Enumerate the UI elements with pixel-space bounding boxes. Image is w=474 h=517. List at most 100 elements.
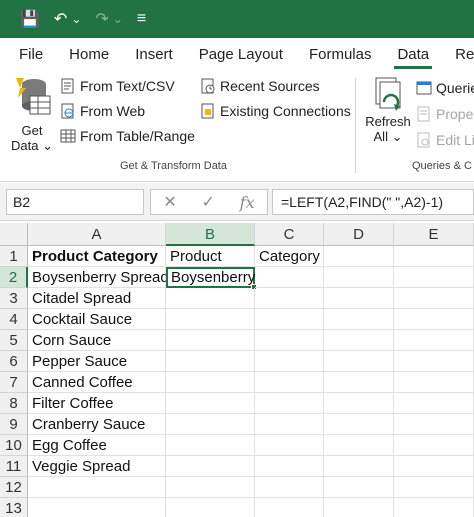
tab-revi[interactable]: Revi (442, 38, 474, 72)
enter-icon[interactable]: ✓ (202, 192, 215, 212)
row-header-8[interactable]: 8 (0, 393, 28, 414)
cell-a10[interactable]: Egg Coffee (28, 435, 166, 456)
cell-b7[interactable] (166, 372, 255, 393)
column-header-a[interactable]: A (28, 223, 166, 246)
cell-c2[interactable] (255, 267, 324, 288)
row-header-7[interactable]: 7 (0, 372, 28, 393)
cell-c6[interactable] (255, 351, 324, 372)
cell-c1[interactable]: Category (255, 246, 324, 267)
row-header-4[interactable]: 4 (0, 309, 28, 330)
properties-button[interactable]: Proper (416, 106, 474, 122)
cell-e1[interactable] (394, 246, 474, 267)
row-header-1[interactable]: 1 (0, 246, 28, 267)
cancel-icon[interactable]: ✕ (163, 192, 176, 212)
cell-b5[interactable] (166, 330, 255, 351)
cell-d2[interactable] (324, 267, 394, 288)
cell-d11[interactable] (324, 456, 394, 477)
row-header-6[interactable]: 6 (0, 351, 28, 372)
cell-c5[interactable] (255, 330, 324, 351)
cell-c3[interactable] (255, 288, 324, 309)
cell-a2[interactable]: Boysenberry Spread (28, 267, 169, 288)
cell-d1[interactable] (324, 246, 394, 267)
tab-file[interactable]: File (6, 38, 56, 72)
cell-b13[interactable] (166, 498, 255, 517)
tab-formulas[interactable]: Formulas (296, 38, 385, 72)
undo-dropdown-icon[interactable]: ⌄ (71, 12, 81, 26)
cell-a13[interactable] (28, 498, 166, 517)
cell-a4[interactable]: Cocktail Sauce (28, 309, 166, 330)
cell-b11[interactable] (166, 456, 255, 477)
column-header-b[interactable]: B (166, 223, 255, 246)
cell-e4[interactable] (394, 309, 474, 330)
cell-e10[interactable] (394, 435, 474, 456)
edit-links-button[interactable]: Edit Lin (416, 132, 474, 148)
cell-c11[interactable] (255, 456, 324, 477)
cell-c12[interactable] (255, 477, 324, 498)
cell-b12[interactable] (166, 477, 255, 498)
column-header-e[interactable]: E (394, 223, 474, 246)
cell-e9[interactable] (394, 414, 474, 435)
redo-icon[interactable]: ↷ (95, 9, 108, 29)
cell-b4[interactable] (166, 309, 255, 330)
cell-d6[interactable] (324, 351, 394, 372)
cell-a6[interactable]: Pepper Sauce (28, 351, 166, 372)
cell-a1[interactable]: Product Category (28, 246, 166, 267)
recent-sources-button[interactable]: Recent Sources (200, 78, 320, 94)
cell-e6[interactable] (394, 351, 474, 372)
cell-e5[interactable] (394, 330, 474, 351)
cell-c8[interactable] (255, 393, 324, 414)
column-header-c[interactable]: C (255, 223, 324, 246)
from-web-button[interactable]: From Web (60, 103, 145, 119)
row-header-9[interactable]: 9 (0, 414, 28, 435)
cell-d7[interactable] (324, 372, 394, 393)
cell-d10[interactable] (324, 435, 394, 456)
cell-d4[interactable] (324, 309, 394, 330)
cell-a11[interactable]: Veggie Spread (28, 456, 166, 477)
cell-e7[interactable] (394, 372, 474, 393)
cell-d8[interactable] (324, 393, 394, 414)
cell-a12[interactable] (28, 477, 166, 498)
save-icon[interactable]: 💾 (20, 9, 40, 29)
refresh-all-button[interactable]: Refresh All ⌄ (364, 76, 412, 144)
undo-icon[interactable]: ↶ (54, 9, 67, 29)
row-header-13[interactable]: 13 (0, 498, 28, 517)
cell-b8[interactable] (166, 393, 255, 414)
existing-connections-button[interactable]: Existing Connections (200, 103, 351, 119)
cell-d9[interactable] (324, 414, 394, 435)
cell-a5[interactable]: Corn Sauce (28, 330, 166, 351)
cell-b10[interactable] (166, 435, 255, 456)
queries-connections-button[interactable]: Querie (416, 80, 474, 96)
row-header-12[interactable]: 12 (0, 477, 28, 498)
select-all-corner[interactable] (0, 223, 28, 246)
cell-c7[interactable] (255, 372, 324, 393)
cell-e3[interactable] (394, 288, 474, 309)
tab-data[interactable]: Data (384, 38, 442, 72)
cell-c10[interactable] (255, 435, 324, 456)
cell-e2[interactable] (394, 267, 474, 288)
row-header-11[interactable]: 11 (0, 456, 28, 477)
cell-d5[interactable] (324, 330, 394, 351)
from-text-csv-button[interactable]: From Text/CSV (60, 78, 175, 94)
cell-b2[interactable]: Boysenberry (166, 267, 255, 288)
cell-c9[interactable] (255, 414, 324, 435)
cell-a7[interactable]: Canned Coffee (28, 372, 166, 393)
cell-a8[interactable]: Filter Coffee (28, 393, 166, 414)
row-header-5[interactable]: 5 (0, 330, 28, 351)
cell-b6[interactable] (166, 351, 255, 372)
cell-a9[interactable]: Cranberry Sauce (28, 414, 166, 435)
worksheet-grid[interactable]: A B C D E 1 Product Category Product Category 2 Bo… (0, 223, 474, 517)
row-header-3[interactable]: 3 (0, 288, 28, 309)
cell-b9[interactable] (166, 414, 255, 435)
cell-e8[interactable] (394, 393, 474, 414)
cell-d12[interactable] (324, 477, 394, 498)
cell-e13[interactable] (394, 498, 474, 517)
insert-function-icon[interactable]: fx (240, 193, 255, 212)
cell-c13[interactable] (255, 498, 324, 517)
from-table-range-button[interactable]: From Table/Range (60, 128, 195, 144)
formula-input[interactable]: =LEFT(A2,FIND(" ",A2)-1) (272, 189, 474, 215)
tab-home[interactable]: Home (56, 38, 122, 72)
column-header-d[interactable]: D (324, 223, 394, 246)
cell-d13[interactable] (324, 498, 394, 517)
cell-a3[interactable]: Citadel Spread (28, 288, 166, 309)
cell-b1[interactable]: Product (166, 246, 255, 267)
